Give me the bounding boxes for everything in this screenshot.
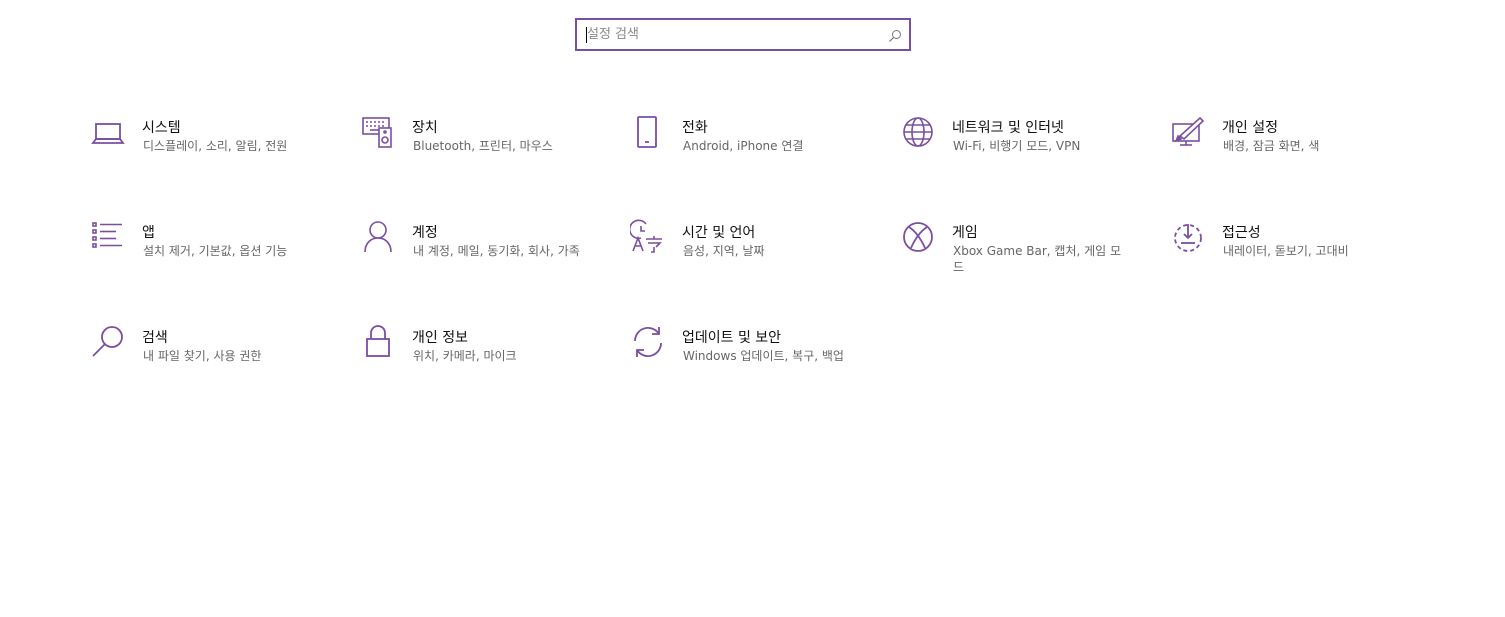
category-network[interactable]: 네트워크 및 인터넷 Wi-Fi, 비행기 모드, VPN xyxy=(900,110,1140,190)
category-description: 위치, 카메라, 마이크 xyxy=(413,349,517,363)
category-title: 업데이트 및 보안 xyxy=(682,330,782,346)
category-ease-of-access[interactable]: 접근성 내레이터, 돋보기, 고대비 xyxy=(1170,215,1410,295)
category-apps[interactable]: 앱 설치 제거, 기본값, 옵션 기능 xyxy=(90,215,330,295)
search-input[interactable] xyxy=(587,20,877,49)
category-title: 앱 xyxy=(142,225,155,241)
person-icon xyxy=(360,219,396,255)
xbox-icon xyxy=(900,219,936,255)
category-description: Windows 업데이트, 복구, 백업 xyxy=(683,349,844,363)
category-title: 장치 xyxy=(412,120,438,136)
category-title: 계정 xyxy=(412,225,438,241)
paint-monitor-icon xyxy=(1170,114,1206,150)
category-title: 시간 및 언어 xyxy=(682,225,756,241)
category-title: 시스템 xyxy=(142,120,181,136)
category-search[interactable]: 검색 내 파일 찾기, 사용 권한 xyxy=(90,320,330,400)
category-phone[interactable]: 전화 Android, iPhone 연결 xyxy=(630,110,870,190)
category-accounts[interactable]: 계정 내 계정, 메일, 동기화, 회사, 가족 xyxy=(360,215,600,295)
keyboard-speaker-icon xyxy=(360,114,396,150)
category-description: 설치 제거, 기본값, 옵션 기능 xyxy=(143,244,288,258)
lock-icon xyxy=(360,324,396,360)
category-system[interactable]: 시스템 디스플레이, 소리, 알림, 전원 xyxy=(90,110,330,190)
magnifier-icon xyxy=(90,324,126,360)
category-description: Android, iPhone 연결 xyxy=(683,139,804,153)
category-title: 네트워크 및 인터넷 xyxy=(952,120,1064,136)
category-time-language[interactable]: 시간 및 언어 음성, 지역, 날짜 xyxy=(630,215,870,295)
category-description: Bluetooth, 프린터, 마우스 xyxy=(413,139,553,153)
phone-icon xyxy=(630,114,666,150)
laptop-icon xyxy=(90,114,126,150)
category-title: 접근성 xyxy=(1222,225,1261,241)
category-title: 검색 xyxy=(142,330,168,346)
category-update-security[interactable]: 업데이트 및 보안 Windows 업데이트, 복구, 백업 xyxy=(630,320,870,400)
category-title: 게임 xyxy=(952,225,978,241)
sync-icon xyxy=(630,324,666,360)
search-icon xyxy=(888,28,902,42)
category-description: 음성, 지역, 날짜 xyxy=(683,244,765,258)
category-devices[interactable]: 장치 Bluetooth, 프린터, 마우스 xyxy=(360,110,600,190)
category-description: Xbox Game Bar, 캡처, 게임 모드 xyxy=(953,244,1122,274)
category-privacy[interactable]: 개인 정보 위치, 카메라, 마이크 xyxy=(360,320,600,400)
category-description: 내 계정, 메일, 동기화, 회사, 가족 xyxy=(413,244,580,258)
category-personalization[interactable]: 개인 설정 배경, 잠금 화면, 색 xyxy=(1170,110,1410,190)
ease-of-access-icon xyxy=(1170,219,1206,255)
category-gaming[interactable]: 게임 Xbox Game Bar, 캡처, 게임 모드 xyxy=(900,215,1140,295)
category-description: 내레이터, 돋보기, 고대비 xyxy=(1223,244,1349,258)
search-box[interactable] xyxy=(575,18,911,51)
settings-home: 시스템 디스플레이, 소리, 알림, 전원 장치 Bluetooth, 프린터,… xyxy=(0,0,1505,617)
category-description: 배경, 잠금 화면, 색 xyxy=(1223,139,1320,153)
apps-list-icon xyxy=(90,219,126,255)
category-title: 개인 설정 xyxy=(1222,120,1278,136)
category-title: 전화 xyxy=(682,120,708,136)
time-language-icon xyxy=(630,219,666,255)
category-title: 개인 정보 xyxy=(412,330,468,346)
category-description: 디스플레이, 소리, 알림, 전원 xyxy=(143,139,288,153)
category-description: Wi-Fi, 비행기 모드, VPN xyxy=(953,139,1081,153)
category-description: 내 파일 찾기, 사용 권한 xyxy=(143,349,262,363)
globe-icon xyxy=(900,114,936,150)
